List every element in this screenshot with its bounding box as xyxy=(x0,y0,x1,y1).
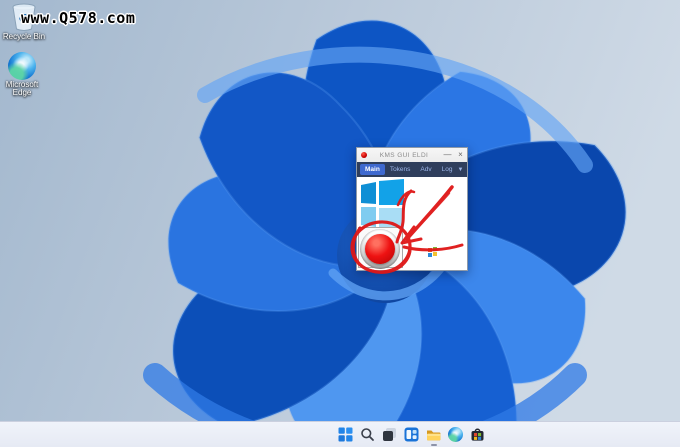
red-activation-button-ring xyxy=(360,229,400,269)
widgets-button[interactable] xyxy=(404,427,419,442)
red-activation-button[interactable] xyxy=(365,234,395,264)
minimize-button[interactable]: — xyxy=(441,148,454,162)
task-view-button[interactable] xyxy=(382,427,397,442)
kms-gui-eldi-window: KMS GUI ELDI — × Main Tokens Adv Log ▼ xyxy=(356,147,468,271)
running-indicator xyxy=(430,444,437,446)
close-button[interactable]: × xyxy=(454,148,467,162)
watermark-text: www.Q578.com xyxy=(21,9,136,27)
file-explorer-button[interactable] xyxy=(426,427,441,446)
tab-adv[interactable]: Adv xyxy=(415,164,436,175)
taskbar xyxy=(0,421,680,447)
flag-red-tile xyxy=(428,248,432,252)
tab-tokens[interactable]: Tokens xyxy=(385,164,416,175)
flag-yellow-tile xyxy=(433,252,437,256)
desktop: www.Q578.com ♻ Recycle Bin Microsoft Edg… xyxy=(0,0,680,447)
chevron-down-icon[interactable]: ▼ xyxy=(457,167,465,173)
store-icon xyxy=(471,428,484,441)
edge-label: Microsoft Edge xyxy=(5,80,39,97)
search-icon xyxy=(361,428,374,441)
window-content xyxy=(357,177,467,270)
start-icon xyxy=(338,427,353,442)
tab-log[interactable]: Log xyxy=(437,164,458,175)
store-button[interactable] xyxy=(470,427,485,442)
edge-icon xyxy=(8,52,36,80)
windows-flag-status-icon xyxy=(428,247,438,257)
flag-blue-tile xyxy=(428,253,432,257)
flag-green-tile xyxy=(433,247,437,251)
windows-logo xyxy=(361,179,404,231)
window-title: KMS GUI ELDI xyxy=(379,151,429,159)
search-button[interactable] xyxy=(360,427,375,442)
tab-main[interactable]: Main xyxy=(360,164,385,175)
wallpaper-bloom xyxy=(0,0,680,447)
edge-button[interactable] xyxy=(448,427,463,442)
window-titlebar[interactable]: KMS GUI ELDI — × xyxy=(357,148,467,162)
desktop-icon-microsoft-edge[interactable]: Microsoft Edge xyxy=(0,52,45,97)
widgets-icon xyxy=(404,427,419,442)
window-menubar: Main Tokens Adv Log ▼ xyxy=(357,162,467,177)
task-view-icon xyxy=(383,428,396,441)
taskbar-icons xyxy=(338,422,485,447)
start-button[interactable] xyxy=(338,427,353,442)
recycle-bin-label: Recycle Bin xyxy=(2,32,46,41)
edge-icon xyxy=(448,427,463,442)
file-explorer-icon xyxy=(427,430,441,441)
